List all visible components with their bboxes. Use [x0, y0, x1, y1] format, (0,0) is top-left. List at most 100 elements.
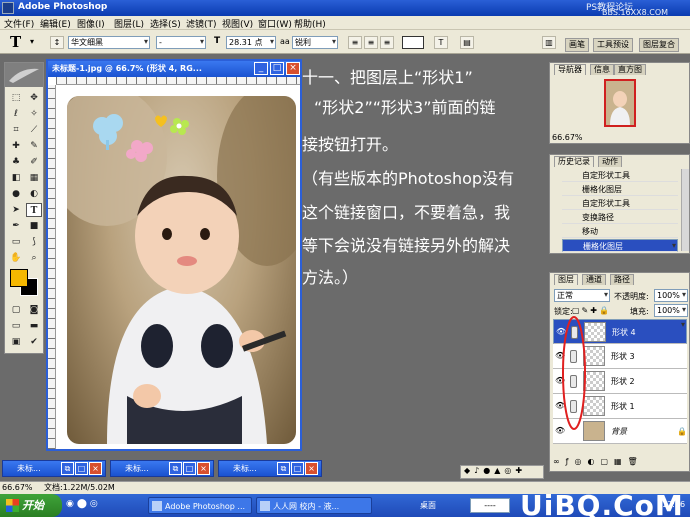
tab-channels[interactable]: 通道	[582, 274, 606, 285]
shape-tool-icon[interactable]: ■	[26, 219, 42, 233]
navigator-thumbnail[interactable]	[604, 79, 636, 127]
tab-info[interactable]: 信息	[590, 64, 614, 75]
document-window[interactable]: 未标题-1.jpg @ 66.7% (形状 4, RG... _ □ ×	[46, 59, 302, 451]
history-item[interactable]: 自定形状工具	[562, 197, 678, 210]
menu-view[interactable]: 视图(V)	[222, 17, 253, 30]
font-size-select[interactable]: 28.31 点	[226, 36, 276, 49]
dodge-tool-icon[interactable]: ◐	[26, 187, 42, 201]
close-button[interactable]: ×	[286, 62, 300, 75]
orientation-toggle-icon[interactable]: ↕	[50, 36, 64, 49]
zoom-tool-icon[interactable]: ⌕	[26, 251, 42, 265]
minimized-document[interactable]: 未标... ⧉ □ ×	[218, 460, 322, 477]
maximize-button[interactable]: □	[75, 462, 88, 475]
status-zoom[interactable]: 66.67%	[2, 482, 33, 494]
tab-navigator[interactable]: 导航器	[554, 64, 586, 75]
tab-layer-comps[interactable]: 图层复合	[639, 38, 679, 52]
menu-layer[interactable]: 图层(L)	[114, 17, 144, 30]
minimize-button[interactable]: _	[254, 62, 268, 75]
magic-wand-tool-icon[interactable]: ✧	[26, 107, 42, 121]
warp-text-icon[interactable]: T	[434, 36, 448, 49]
restore-button[interactable]: ⧉	[169, 462, 182, 475]
move-tool-icon[interactable]: ✥	[26, 91, 42, 105]
gradient-tool-icon[interactable]: ▦	[26, 171, 42, 185]
crop-tool-icon[interactable]: ⌗	[8, 123, 24, 137]
path-select-tool-icon[interactable]: ➤	[8, 203, 24, 217]
eyedropper-tool-icon[interactable]: ⟆	[26, 235, 42, 249]
antialias-select[interactable]: 锐利	[292, 36, 338, 49]
hand-tool-icon[interactable]: ✋	[8, 251, 24, 265]
quicklaunch-icons[interactable]: ◉⬤◎	[66, 499, 101, 509]
tool-preset-chevron-icon[interactable]: ▾	[30, 37, 34, 46]
tab-history[interactable]: 历史记录	[554, 156, 594, 167]
standard-mode-icon[interactable]: ▢	[8, 303, 24, 317]
image-canvas[interactable]	[67, 96, 296, 444]
marquee-tool-icon[interactable]: ⬚	[8, 91, 24, 105]
maximize-button[interactable]: □	[183, 462, 196, 475]
history-item[interactable]: 变换路径	[562, 211, 678, 224]
healing-brush-tool-icon[interactable]: ✚	[8, 139, 24, 153]
slice-tool-icon[interactable]: ⟋	[26, 123, 42, 137]
tab-layers[interactable]: 图层	[554, 274, 578, 285]
text-color-swatch[interactable]	[402, 36, 424, 49]
menu-file[interactable]: 文件(F)	[4, 17, 34, 30]
menu-window[interactable]: 窗口(W)	[258, 17, 292, 30]
minimized-document[interactable]: 未标... ⧉ □ ×	[110, 460, 214, 477]
quick-mask-icon[interactable]: ◙	[26, 303, 42, 317]
blur-tool-icon[interactable]: ●	[8, 187, 24, 201]
close-button[interactable]: ×	[305, 462, 318, 475]
tab-brushes[interactable]: 画笔	[565, 38, 589, 52]
screen-mode-max-icon[interactable]: ▣	[8, 335, 24, 349]
restore-button[interactable]: ⧉	[61, 462, 74, 475]
screen-mode-standard-icon[interactable]: ▭	[8, 319, 24, 333]
tab-actions[interactable]: 动作	[598, 156, 622, 167]
dock-icon[interactable]: ▥	[542, 36, 556, 49]
font-style-select[interactable]: -	[156, 36, 206, 49]
menu-edit[interactable]: 编辑(E)	[40, 17, 71, 30]
history-scrollbar[interactable]	[681, 169, 689, 251]
type-tool-icon[interactable]: T	[26, 203, 42, 217]
restore-button[interactable]: ⧉	[277, 462, 290, 475]
task-photoshop[interactable]: Adobe Photoshop ...	[148, 497, 252, 514]
history-brush-tool-icon[interactable]: ✐	[26, 155, 42, 169]
tab-paths[interactable]: 路径	[610, 274, 634, 285]
task-browser[interactable]: 人人网 校内 - 液...	[256, 497, 372, 514]
tab-histogram[interactable]: 直方图	[614, 64, 646, 75]
clone-stamp-tool-icon[interactable]: ♣	[8, 155, 24, 169]
font-family-select[interactable]: 华文细黑	[68, 36, 150, 49]
brush-tool-icon[interactable]: ✎	[26, 139, 42, 153]
menu-filter[interactable]: 滤镜(T)	[186, 17, 217, 30]
minimized-document[interactable]: 未标... ⧉ □ ×	[2, 460, 106, 477]
layers-footer-icons[interactable]: ∞ƒ◎◐▢▦🗑	[553, 457, 687, 469]
navigator-zoom[interactable]: 66.67%	[552, 133, 583, 142]
history-item-selected[interactable]: 栅格化图层	[562, 239, 678, 252]
eraser-tool-icon[interactable]: ◧	[8, 171, 24, 185]
text-tool-icon[interactable]: T	[10, 33, 21, 51]
notes-tool-icon[interactable]: ▭	[8, 235, 24, 249]
tab-tool-presets[interactable]: 工具预设	[593, 38, 633, 52]
jump-to-imageready-icon[interactable]: ✔	[26, 335, 42, 349]
history-item[interactable]: 栅格化图层	[562, 183, 678, 196]
fill-input[interactable]: 100%	[654, 304, 688, 317]
desktop-address-box[interactable]: ----	[470, 498, 510, 513]
pen-tool-icon[interactable]: ✒	[8, 219, 24, 233]
align-right-icon[interactable]: ≡	[380, 36, 394, 49]
foreground-color-swatch[interactable]	[10, 269, 28, 287]
close-button[interactable]: ×	[197, 462, 210, 475]
quick-tools-strip[interactable]: ◆♪●▲◎✚	[460, 465, 544, 479]
history-item[interactable]: 自定形状工具	[562, 169, 678, 182]
desktop-toolbar-label[interactable]: 桌面	[420, 500, 436, 511]
align-left-icon[interactable]: ≡	[348, 36, 362, 49]
align-center-icon[interactable]: ≡	[364, 36, 378, 49]
menu-help[interactable]: 帮助(H)	[294, 17, 326, 30]
maximize-button[interactable]: □	[291, 462, 304, 475]
lasso-tool-icon[interactable]: ℓ	[8, 107, 24, 121]
screen-mode-full-icon[interactable]: ▬	[26, 319, 42, 333]
history-item[interactable]: 移动	[562, 225, 678, 238]
blend-mode-select[interactable]: 正常	[554, 289, 610, 302]
opacity-input[interactable]: 100%	[654, 289, 688, 302]
maximize-button[interactable]: □	[270, 62, 284, 75]
menu-select[interactable]: 选择(S)	[150, 17, 181, 30]
palettes-toggle-icon[interactable]: ▤	[460, 36, 474, 49]
close-button[interactable]: ×	[89, 462, 102, 475]
menu-image[interactable]: 图像(I)	[77, 17, 105, 30]
